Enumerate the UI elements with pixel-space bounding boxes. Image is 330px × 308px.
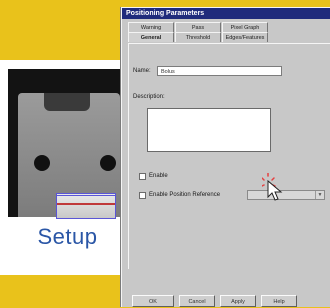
mouse-cursor-icon <box>262 173 283 201</box>
cancel-button[interactable]: Cancel <box>179 295 215 307</box>
description-label: Description: <box>133 94 165 100</box>
region-red-line <box>57 203 115 205</box>
enable-checkbox-label: Enable <box>149 173 168 179</box>
inspection-region[interactable] <box>56 193 116 219</box>
tab-threshold[interactable]: Threshold <box>175 32 221 42</box>
tab-general[interactable]: General <box>128 32 174 42</box>
name-label: Name: <box>133 68 151 74</box>
tab-pixel-graph[interactable]: Pixel Graph <box>222 22 268 32</box>
button-row: OK Cancel Apply Help <box>132 295 302 307</box>
enable-checkbox[interactable] <box>139 173 146 180</box>
tab-edges-features[interactable]: Edges/Features <box>222 32 268 42</box>
hole-left <box>34 155 50 171</box>
chevron-down-icon[interactable]: ▼ <box>315 191 324 199</box>
tab-pass[interactable]: Pass <box>175 22 221 32</box>
dialog-title: Positioning Parameters <box>122 8 330 19</box>
help-button[interactable]: Help <box>261 295 297 307</box>
setup-card: Setup <box>0 60 135 275</box>
enable-position-reference-label: Enable Position Reference <box>149 192 221 198</box>
camera-image <box>8 69 125 219</box>
description-textarea[interactable] <box>147 108 271 152</box>
part-notch <box>44 93 90 111</box>
setup-label: Setup <box>37 224 98 249</box>
ok-button[interactable]: OK <box>132 295 174 307</box>
region-blue-line <box>57 195 115 196</box>
name-input[interactable]: Bolus <box>157 66 282 76</box>
general-panel: Name: Bolus Description: Enable Enable P… <box>128 43 330 269</box>
apply-button[interactable]: Apply <box>220 295 256 307</box>
tab-row-back: Warning Pass Pixel Graph <box>128 22 269 32</box>
tab-warning[interactable]: Warning <box>128 22 174 32</box>
hole-right <box>100 155 116 171</box>
enable-position-reference-checkbox[interactable] <box>139 192 146 199</box>
positioning-parameters-dialog: Positioning Parameters Warning Pass Pixe… <box>121 7 330 307</box>
tab-row-front: General Threshold Edges/Features <box>128 32 269 42</box>
position-reference-select[interactable]: ▼ <box>247 190 325 200</box>
